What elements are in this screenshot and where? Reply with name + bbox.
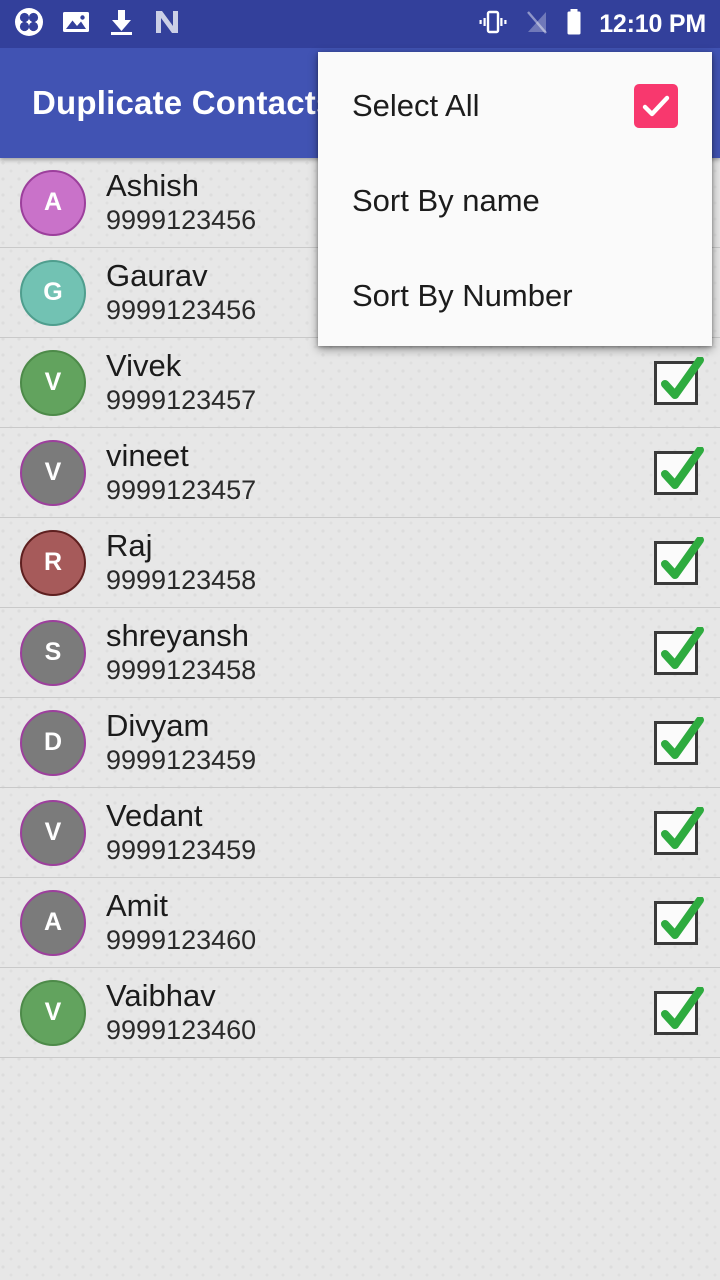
checkmark-icon [661, 716, 704, 759]
checkmark-icon [642, 95, 670, 116]
contact-name: vineet [106, 437, 189, 473]
vibrate-icon [477, 9, 509, 40]
contact-text: Vivek 9999123457 [106, 347, 654, 417]
status-bar: 12:10 PM [0, 0, 720, 48]
contact-row[interactable]: V Vaibhav 9999123460 [0, 968, 720, 1058]
contact-row[interactable]: V Vedant 9999123459 [0, 788, 720, 878]
contact-checkbox[interactable] [654, 626, 704, 675]
contact-row[interactable]: D Divyam 9999123459 [0, 698, 720, 788]
clover-app-icon [14, 7, 44, 42]
menu-item[interactable]: Sort By Number [318, 248, 712, 343]
contact-name: Amit [106, 887, 168, 923]
avatar: V [20, 979, 86, 1046]
contact-checkbox[interactable] [654, 536, 704, 585]
contact-checkbox[interactable] [654, 716, 704, 765]
n-app-icon [153, 8, 181, 41]
contact-checkbox[interactable] [654, 356, 704, 405]
contact-row[interactable]: Vvineet 9999123457 [0, 428, 720, 518]
status-bar-right-icons: 12:10 PM [477, 8, 706, 41]
menu-item-label: Sort By name [352, 182, 540, 218]
contact-text: Raj 9999123458 [106, 527, 654, 597]
contact-row[interactable]: R Raj 9999123458 [0, 518, 720, 608]
contact-row[interactable]: V Vivek 9999123457 [0, 338, 720, 428]
select-all-checkbox[interactable] [634, 83, 678, 128]
avatar: D [20, 709, 86, 776]
menu-item-label: Sort By Number [352, 277, 573, 313]
avatar: V [20, 349, 86, 416]
page-title: Duplicate Contacts [32, 84, 335, 121]
contact-text: vineet 9999123457 [106, 437, 654, 507]
contact-number: 9999123459 [106, 745, 257, 776]
contact-text: Amit 9999123460 [106, 887, 654, 957]
contact-number: 9999123458 [106, 565, 257, 596]
contact-number: 9999123459 [106, 835, 257, 866]
checkmark-icon [661, 626, 704, 669]
avatar: G [20, 259, 86, 326]
contact-number: 9999123460 [106, 925, 257, 956]
contact-name: Vedant [106, 797, 203, 833]
contact-number: 9999123457 [106, 475, 257, 506]
contact-number: 9999123460 [106, 1015, 257, 1046]
signal-off-icon [525, 9, 549, 40]
contact-checkbox[interactable] [654, 806, 704, 855]
contact-number: 9999123457 [106, 385, 257, 416]
contact-row[interactable]: Sshreyansh 9999123458 [0, 608, 720, 698]
contact-checkbox[interactable] [654, 896, 704, 945]
avatar: V [20, 439, 86, 506]
contact-text: Vedant 9999123459 [106, 797, 654, 867]
checkmark-icon [661, 446, 704, 489]
menu-item[interactable]: Select All [318, 58, 712, 153]
contact-text: Divyam 9999123459 [106, 707, 654, 777]
contact-name: Divyam [106, 707, 210, 743]
avatar: V [20, 799, 86, 866]
checkmark-icon [661, 806, 704, 849]
contact-number: 9999123458 [106, 655, 257, 686]
avatar: R [20, 529, 86, 596]
contact-checkbox[interactable] [654, 986, 704, 1035]
avatar: S [20, 619, 86, 686]
checkmark-icon [661, 356, 704, 399]
avatar: A [20, 889, 86, 956]
contact-name: Raj [106, 527, 153, 563]
checkmark-icon [661, 986, 704, 1029]
avatar: A [20, 169, 86, 236]
contact-name: Vaibhav [106, 977, 216, 1013]
contact-name: shreyansh [106, 617, 250, 653]
app-screen: 12:10 PM Duplicate Contacts A Ashish 99991… [0, 0, 720, 1280]
photo-image-icon [62, 8, 90, 41]
download-icon [108, 8, 135, 41]
contact-text: shreyansh 9999123458 [106, 617, 654, 687]
status-bar-clock: 12:10 PM [599, 9, 706, 38]
checkmark-icon [661, 896, 704, 939]
menu-item[interactable]: Sort By name [318, 153, 712, 248]
contact-text: Vaibhav 9999123460 [106, 977, 654, 1047]
contact-checkbox[interactable] [654, 446, 704, 495]
battery-icon [565, 8, 583, 41]
menu-item-label: Select All [352, 87, 480, 123]
status-bar-left-icons [14, 7, 181, 42]
contact-row[interactable]: A Amit 9999123460 [0, 878, 720, 968]
checkmark-icon [661, 536, 704, 579]
contact-name: Vivek [106, 347, 182, 383]
overflow-popup-menu[interactable]: Select All Sort By name Sort By Number [318, 52, 712, 346]
